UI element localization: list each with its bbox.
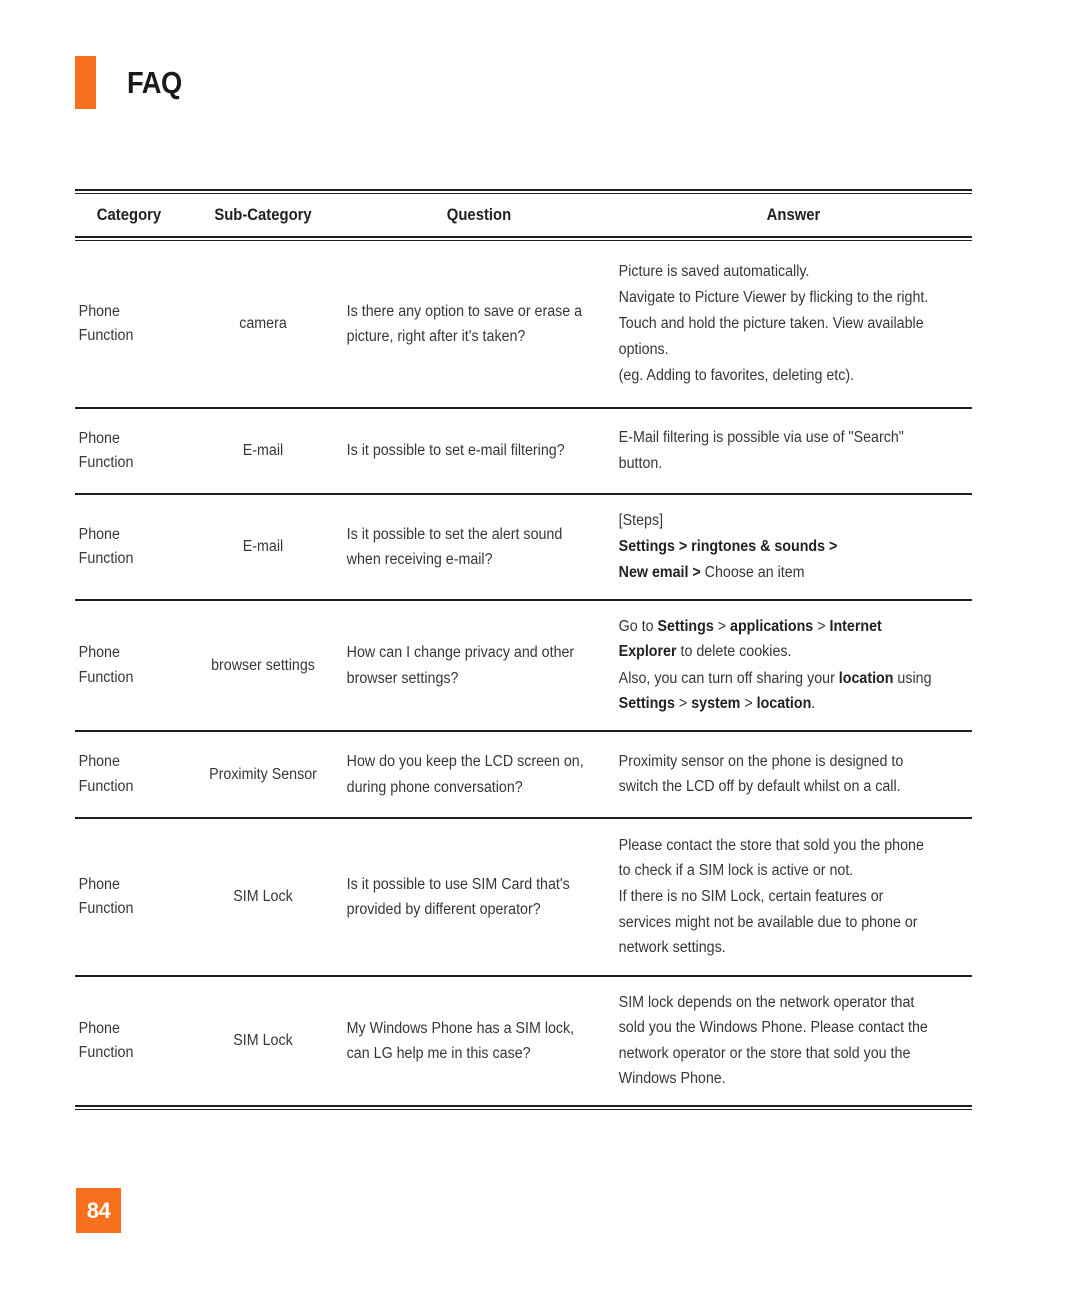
cell-question: How do you keep the LCD screen on, durin…	[346, 753, 584, 796]
cell-question: How can I change privacy and other brows…	[346, 644, 575, 687]
cell-category: Phone Function	[78, 429, 134, 471]
table-row: Phone Function Proximity Sensor How do yo…	[75, 732, 972, 817]
cell-category: Phone Function	[78, 875, 134, 917]
page-number-badge: 84	[76, 1188, 121, 1233]
page-title: FAQ	[127, 64, 182, 100]
faq-table: Category Sub-Category Question Answer Ph…	[75, 189, 972, 1110]
cell-sub-category: SIM Lock	[233, 888, 293, 906]
cell-answer: Picture is saved automatically. Navigate …	[618, 263, 929, 384]
cell-question: Is it possible to use SIM Card that's pr…	[346, 875, 570, 918]
table-row: Phone Function browser settings How can I…	[75, 601, 972, 730]
cell-sub-category: E-mail	[242, 442, 284, 460]
cell-answer: Please contact the store that sold you t…	[618, 837, 924, 956]
table-row: Phone Function E-mail Is it possible to s…	[75, 495, 972, 599]
cell-category: Phone Function	[78, 302, 134, 344]
table-row: Phone Function camera Is there any option…	[75, 241, 972, 407]
cell-answer: Proximity sensor on the phone is designe…	[618, 752, 904, 795]
cell-answer: SIM lock depends on the network operator…	[618, 994, 928, 1087]
cell-answer: E-Mail filtering is possible via use of …	[618, 429, 904, 472]
header-accent-bar	[75, 55, 96, 109]
cell-question: Is it possible to set e-mail filtering?	[346, 442, 565, 460]
cell-answer: [Steps] Settings > ringtones & sounds > Ne…	[618, 511, 838, 582]
cell-sub-category: Proximity Sensor	[209, 765, 317, 783]
table-row: Phone Function E-mail Is it possible to s…	[75, 409, 972, 493]
cell-question: Is it possible to set the alert sound wh…	[346, 525, 563, 568]
column-header-sub-category: Sub-Category	[214, 205, 312, 224]
table-row: Phone Function SIM Lock Is it possible to…	[75, 819, 972, 975]
table-header-row: Category Sub-Category Question Answer	[75, 194, 972, 236]
column-header-category: Category	[96, 205, 162, 224]
cell-category: Phone Function	[78, 644, 134, 686]
cell-sub-category: E-mail	[242, 538, 284, 556]
cell-category: Phone Function	[78, 525, 134, 567]
table-bottom-rule	[75, 1105, 972, 1110]
cell-answer: Go to Settings > applications > Internet…	[618, 618, 932, 712]
cell-sub-category: browser settings	[211, 656, 315, 674]
cell-sub-category: SIM Lock	[233, 1032, 293, 1050]
cell-category: Phone Function	[78, 753, 134, 795]
column-header-question: Question	[446, 205, 512, 224]
page-header: FAQ	[75, 55, 189, 109]
cell-question: My Windows Phone has a SIM lock, can LG …	[346, 1019, 575, 1062]
cell-sub-category: camera	[239, 315, 287, 333]
table-row: Phone Function SIM Lock My Windows Phone …	[75, 977, 972, 1105]
column-header-answer: Answer	[766, 205, 821, 224]
cell-category: Phone Function	[78, 1019, 134, 1061]
cell-question: Is there any option to save or erase a p…	[346, 302, 583, 345]
